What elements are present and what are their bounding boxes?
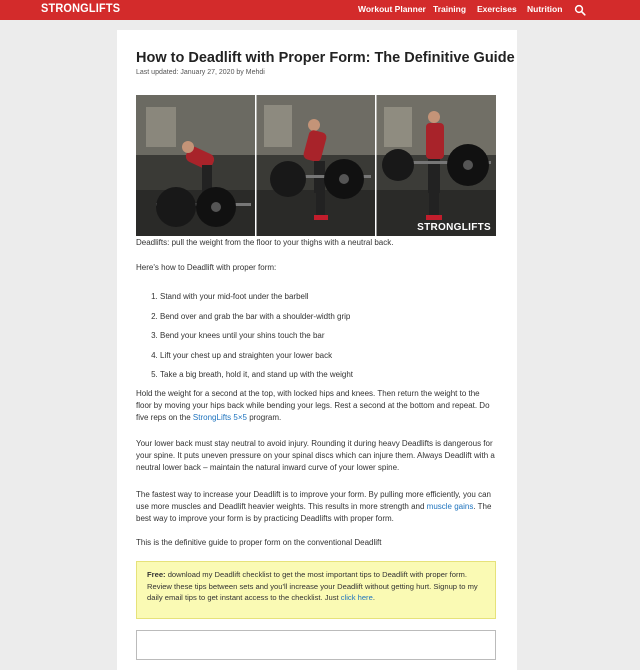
callout-text: . [372, 593, 375, 602]
nav-nutrition[interactable]: Nutrition [527, 4, 562, 14]
click-here-link[interactable]: click here [341, 593, 373, 602]
paragraph-text: program. [246, 413, 282, 422]
paragraph-text: Hold the weight for a second at the top,… [136, 389, 490, 422]
paragraph-definitive: This is the definitive guide to proper f… [136, 538, 382, 547]
deadlift-steps: Stand with your mid-foot under the barbe… [136, 291, 520, 389]
image-watermark: STRONGLIFTS [417, 222, 491, 233]
nav-exercises[interactable]: Exercises [477, 4, 517, 14]
muscle-gains-link[interactable]: muscle gains [427, 502, 474, 511]
deadlift-sequence-image: STRONGLIFTS [136, 95, 496, 236]
list-item: Bend over and grab the bar with a should… [160, 311, 520, 331]
free-checklist-callout: Free: download my Deadlift checklist to … [136, 561, 496, 619]
page-title: How to Deadlift with Proper Form: The De… [136, 50, 515, 66]
list-item: Stand with your mid-foot under the barbe… [160, 291, 520, 311]
article-card: How to Deadlift with Proper Form: The De… [117, 30, 517, 670]
list-item: Take a big breath, hold it, and stand up… [160, 369, 520, 389]
nav-workout-planner[interactable]: Workout Planner [358, 4, 426, 14]
nav-training[interactable]: Training [433, 4, 466, 14]
table-of-contents-box [136, 630, 496, 660]
site-logo[interactable]: STRONGLIFTS [41, 3, 120, 15]
article-meta: Last updated: January 27, 2020 by Mehdi [136, 69, 265, 76]
intro-text: Deadlifts: pull the weight from the floo… [136, 238, 394, 247]
paragraph-hold: Hold the weight for a second at the top,… [136, 388, 496, 424]
callout-text: download my Deadlift checklist to get th… [147, 570, 478, 602]
search-icon[interactable] [574, 4, 586, 16]
howto-lead: Here's how to Deadlift with proper form: [136, 263, 277, 272]
top-navbar: STRONGLIFTS Workout Planner Training Exe… [0, 0, 640, 20]
paragraph-form: The fastest way to increase your Deadlif… [136, 489, 496, 525]
list-item: Bend your knees until your shins touch t… [160, 330, 520, 350]
callout-label: Free: [147, 570, 166, 579]
paragraph-neutral-back: Your lower back must stay neutral to avo… [136, 439, 495, 472]
list-item: Lift your chest up and straighten your l… [160, 350, 520, 370]
stronglifts-5x5-link[interactable]: StrongLifts 5×5 [193, 413, 247, 422]
